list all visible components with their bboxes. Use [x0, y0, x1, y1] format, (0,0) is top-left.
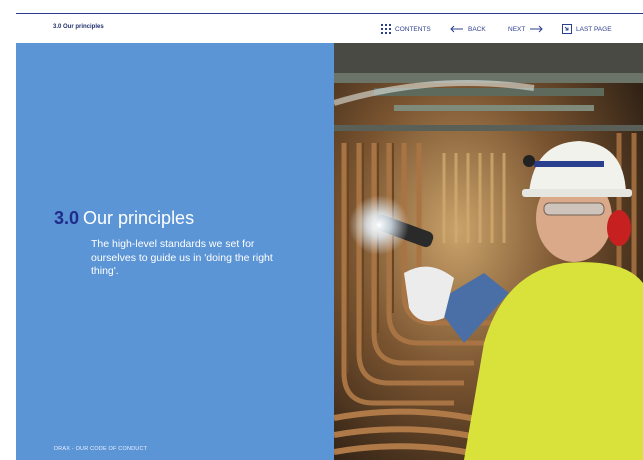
next-label: NEXT: [508, 25, 526, 33]
back-button[interactable]: BACK: [450, 21, 486, 37]
last-page-button[interactable]: LAST PAGE: [562, 21, 612, 37]
back-label: BACK: [468, 25, 486, 33]
section-title: Our principles: [83, 208, 195, 228]
page-title: 3.0 Our principles: [54, 208, 194, 229]
next-button[interactable]: NEXT: [508, 21, 544, 37]
worker-photo: [334, 43, 643, 460]
document-page: 3.0 Our principles CONTENTS BACK NEXT LA…: [16, 13, 643, 460]
section-number: 3.0: [54, 208, 80, 228]
arrow-right-icon: [530, 25, 544, 33]
photo-illustration: [334, 43, 643, 460]
section-subtitle: The high-level standards we set for ours…: [91, 238, 273, 277]
footer-label: DRAX - OUR CODE OF CONDUCT: [54, 446, 148, 452]
top-navigation-bar: 3.0 Our principles CONTENTS BACK NEXT LA…: [16, 13, 643, 43]
section-label: 3.0 Our principles: [53, 24, 104, 30]
last-page-label: LAST PAGE: [576, 25, 612, 33]
last-page-icon: [562, 24, 572, 34]
intro-panel: 3.0 Our principles The high-level standar…: [16, 43, 334, 460]
grid-icon: [381, 24, 391, 34]
contents-button[interactable]: CONTENTS: [381, 21, 431, 37]
contents-label: CONTENTS: [395, 25, 431, 33]
arrow-left-icon: [450, 25, 463, 33]
